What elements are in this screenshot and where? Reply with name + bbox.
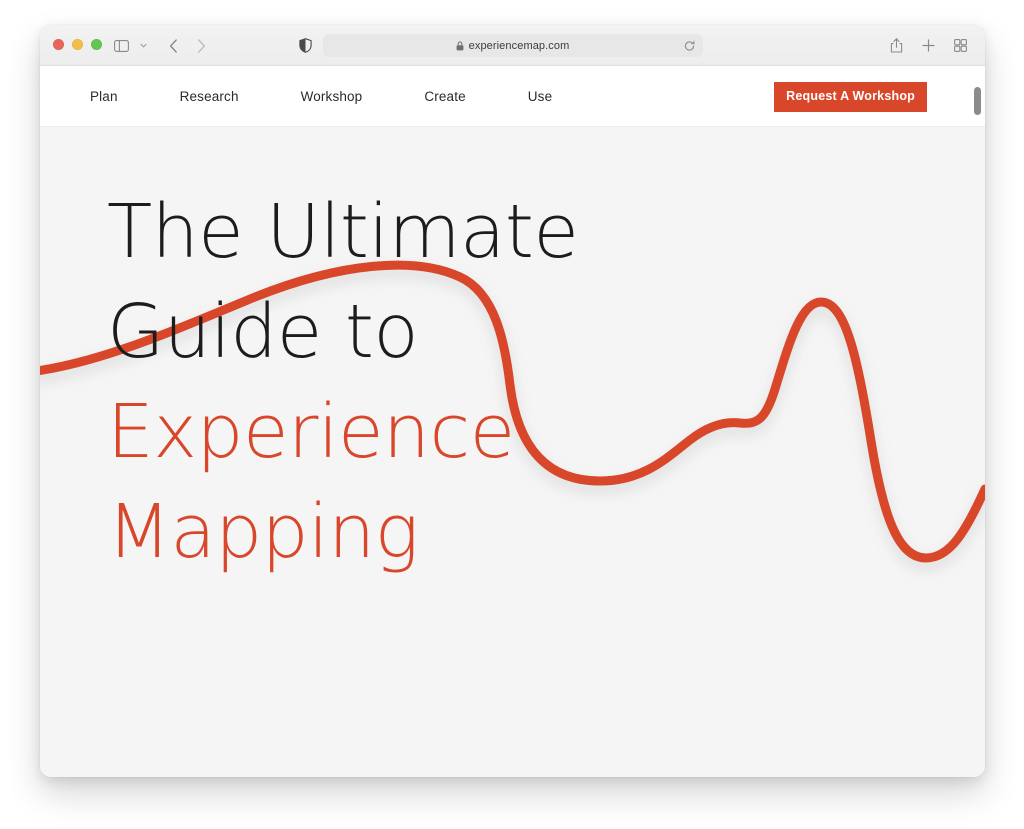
- plus-icon[interactable]: [915, 34, 941, 58]
- nav-links: Plan Research Workshop Create Use: [90, 81, 552, 112]
- sidebar-icon[interactable]: [108, 34, 134, 58]
- lock-icon: [456, 40, 464, 51]
- request-workshop-button[interactable]: Request A Workshop: [774, 82, 927, 112]
- shield-icon[interactable]: [292, 34, 318, 58]
- browser-window: experiencemap.com Plan Research Workshop…: [40, 25, 985, 777]
- toolbar-left-group: [108, 25, 214, 66]
- nav-item-research[interactable]: Research: [180, 81, 239, 112]
- close-window-button[interactable]: [53, 39, 64, 50]
- address-bar[interactable]: experiencemap.com: [322, 34, 703, 57]
- headline-line-3: Experience: [107, 389, 515, 475]
- headline-line-4: Mapping: [107, 489, 419, 575]
- url-text: experiencemap.com: [468, 39, 570, 52]
- forward-arrow-icon[interactable]: [188, 34, 214, 58]
- page-scrollbar[interactable]: [973, 67, 982, 777]
- screenshot-canvas: experiencemap.com Plan Research Workshop…: [0, 0, 1024, 829]
- nav-item-workshop[interactable]: Workshop: [301, 81, 363, 112]
- window-controls: [53, 39, 102, 50]
- browser-toolbar: experiencemap.com: [40, 25, 985, 66]
- site-navigation: Plan Research Workshop Create Use Reques…: [40, 66, 985, 127]
- share-icon[interactable]: [883, 34, 909, 58]
- hero-headline: The Ultimate Guide to Experience Mapping: [107, 182, 579, 582]
- scrollbar-thumb[interactable]: [974, 87, 981, 115]
- nav-item-create[interactable]: Create: [424, 81, 465, 112]
- nav-item-use[interactable]: Use: [528, 81, 552, 112]
- page-viewport: Plan Research Workshop Create Use Reques…: [40, 66, 985, 777]
- nav-item-plan[interactable]: Plan: [90, 81, 118, 112]
- hero-section: The Ultimate Guide to Experience Mapping: [40, 127, 985, 777]
- back-arrow-icon[interactable]: [160, 34, 186, 58]
- headline-line-1: The Ultimate: [107, 189, 579, 275]
- minimize-window-button[interactable]: [72, 39, 83, 50]
- toolbar-right-group: [883, 25, 973, 66]
- maximize-window-button[interactable]: [91, 39, 102, 50]
- reload-icon[interactable]: [684, 40, 695, 51]
- headline-line-2: Guide to: [107, 289, 419, 375]
- tab-overview-icon[interactable]: [947, 34, 973, 58]
- chevron-down-icon[interactable]: [136, 34, 150, 58]
